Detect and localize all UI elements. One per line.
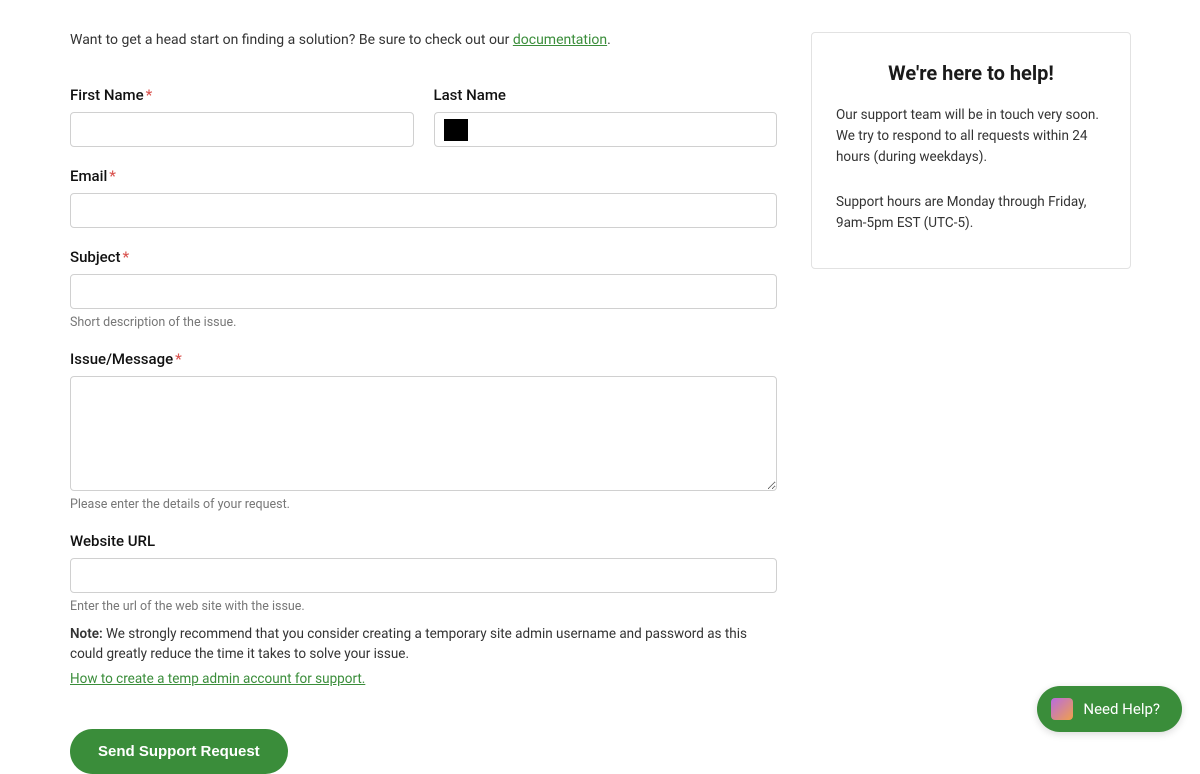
first-name-field[interactable] xyxy=(70,112,414,147)
help-widget[interactable]: Need Help? xyxy=(1037,686,1182,732)
help-title: We're here to help! xyxy=(836,61,1106,85)
intro-text: Want to get a head start on finding a so… xyxy=(70,32,777,48)
required-marker: * xyxy=(109,167,116,185)
required-marker: * xyxy=(175,350,182,368)
required-marker: * xyxy=(146,86,153,104)
help-widget-label: Need Help? xyxy=(1083,700,1160,718)
swatch-icon xyxy=(444,119,468,141)
email-label: Email* xyxy=(70,167,777,185)
note-label: Note: xyxy=(70,626,103,642)
send-support-request-button[interactable]: Send Support Request xyxy=(70,729,288,774)
first-name-label: First Name* xyxy=(70,86,414,104)
last-name-field[interactable] xyxy=(434,112,778,147)
temp-admin-link[interactable]: How to create a temp admin account for s… xyxy=(70,671,365,687)
issue-label: Issue/Message* xyxy=(70,350,777,368)
help-p1: Our support team will be in touch very s… xyxy=(836,105,1106,168)
intro-before: Want to get a head start on finding a so… xyxy=(70,32,513,48)
note-block: Note: We strongly recommend that you con… xyxy=(70,624,777,665)
help-p2: Support hours are Monday through Friday,… xyxy=(836,192,1106,234)
email-field[interactable] xyxy=(70,193,777,228)
website-hint: Enter the url of the web site with the i… xyxy=(70,599,777,614)
subject-label: Subject* xyxy=(70,248,777,266)
last-name-label: Last Name xyxy=(434,86,778,104)
documentation-link[interactable]: documentation xyxy=(513,32,607,48)
subject-field[interactable] xyxy=(70,274,777,309)
intro-after: . xyxy=(607,32,611,48)
required-marker: * xyxy=(122,248,129,266)
issue-hint: Please enter the details of your request… xyxy=(70,497,777,512)
subject-hint: Short description of the issue. xyxy=(70,315,777,330)
website-label: Website URL xyxy=(70,532,777,550)
note-text: We strongly recommend that you consider … xyxy=(70,626,747,662)
website-field[interactable] xyxy=(70,558,777,593)
help-widget-icon xyxy=(1051,698,1073,720)
issue-field[interactable] xyxy=(70,376,777,491)
help-card: We're here to help! Our support team wil… xyxy=(811,32,1131,269)
